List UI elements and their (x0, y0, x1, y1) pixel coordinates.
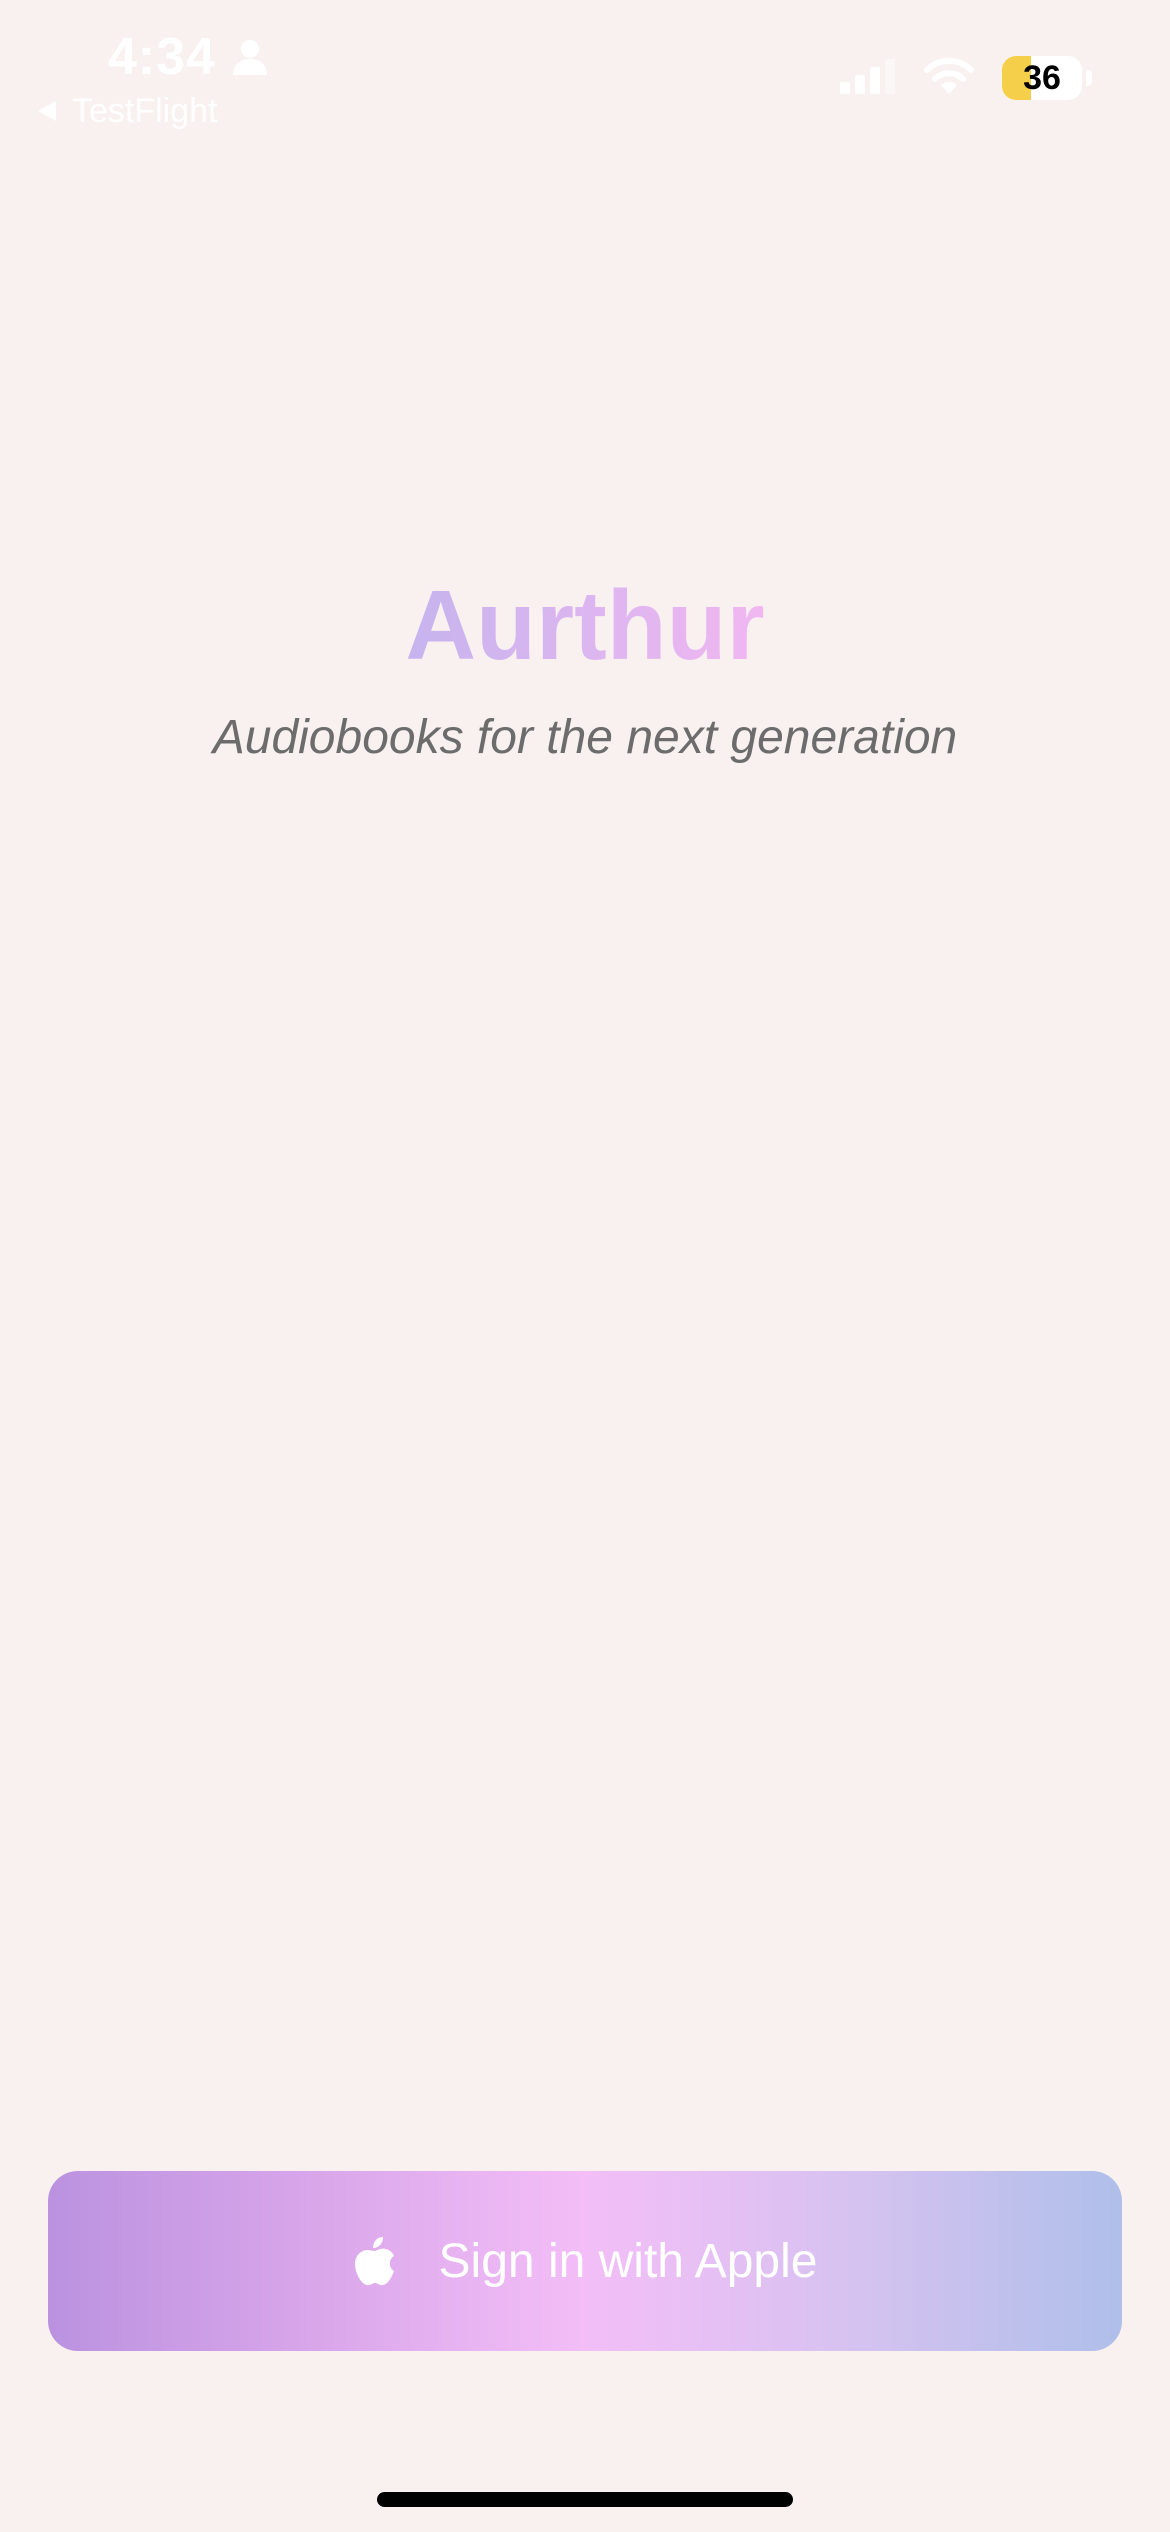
status-time: 4:34 (108, 22, 270, 92)
person-icon (230, 37, 270, 77)
battery-icon: 36 (1002, 56, 1082, 100)
app-tagline: Audiobooks for the next generation (212, 711, 958, 764)
wifi-icon (922, 56, 976, 101)
battery-level: 36 (1023, 58, 1061, 97)
cellular-signal-icon (840, 58, 896, 99)
back-triangle-icon (36, 99, 58, 123)
status-indicators: 36 (840, 54, 1092, 102)
app-title-text: Aurthur (405, 570, 765, 680)
back-link-label: TestFlight (72, 91, 218, 130)
battery-cap (1086, 70, 1092, 86)
home-indicator[interactable] (377, 2492, 793, 2507)
status-time-text: 4:34 (108, 28, 217, 86)
sign-in-with-apple-button[interactable]: Sign in with Apple (48, 2171, 1122, 2351)
apple-logo-icon (353, 2235, 397, 2287)
back-to-testflight-link[interactable]: TestFlight (36, 88, 218, 134)
sign-in-button-label: Sign in with Apple (438, 2234, 818, 2288)
app-title: Aurthur (0, 565, 1170, 685)
